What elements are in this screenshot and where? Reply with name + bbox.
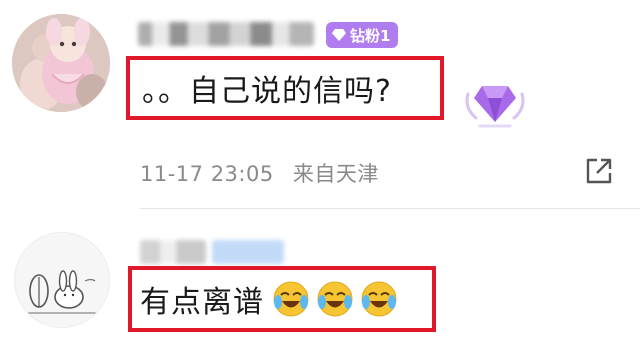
avatar[interactable] <box>12 14 110 112</box>
comment-text: 。。自己说的信吗? <box>142 74 392 109</box>
comment-meta: 11-17 23:05 来自天津 <box>140 158 379 188</box>
username-blurred[interactable] <box>140 240 206 264</box>
username-blurred[interactable] <box>138 22 314 46</box>
laugh-cry-emoji-icon <box>317 281 353 317</box>
diamond-icon <box>332 29 346 41</box>
plush-toy-avatar-image <box>12 14 110 112</box>
divider <box>140 208 640 209</box>
location: 来自天津 <box>292 162 379 186</box>
laugh-cry-emoji-icon <box>361 281 397 317</box>
share-icon[interactable] <box>584 156 614 186</box>
laugh-cry-emoji-icon <box>273 281 309 317</box>
comment-text: 有点离谱 <box>140 285 264 320</box>
timestamp: 11-17 23:05 <box>140 162 274 186</box>
user-badge-blurred[interactable] <box>212 240 284 264</box>
bunny-sketch-avatar-image <box>15 233 109 327</box>
avatar[interactable] <box>14 232 110 328</box>
highlight-box: 。。自己说的信吗? <box>126 56 444 120</box>
fan-badge-label: 钻粉1 <box>350 26 391 45</box>
highlight-box: 有点离谱 <box>128 266 436 332</box>
purple-diamond-icon <box>465 86 525 128</box>
emoji-row <box>272 280 398 318</box>
fan-badge[interactable]: 钻粉1 <box>326 22 399 48</box>
comment-thread: 钻粉1 。。自己说的信吗? 11-17 23:05 来自天津 有点离谱 <box>0 0 640 350</box>
